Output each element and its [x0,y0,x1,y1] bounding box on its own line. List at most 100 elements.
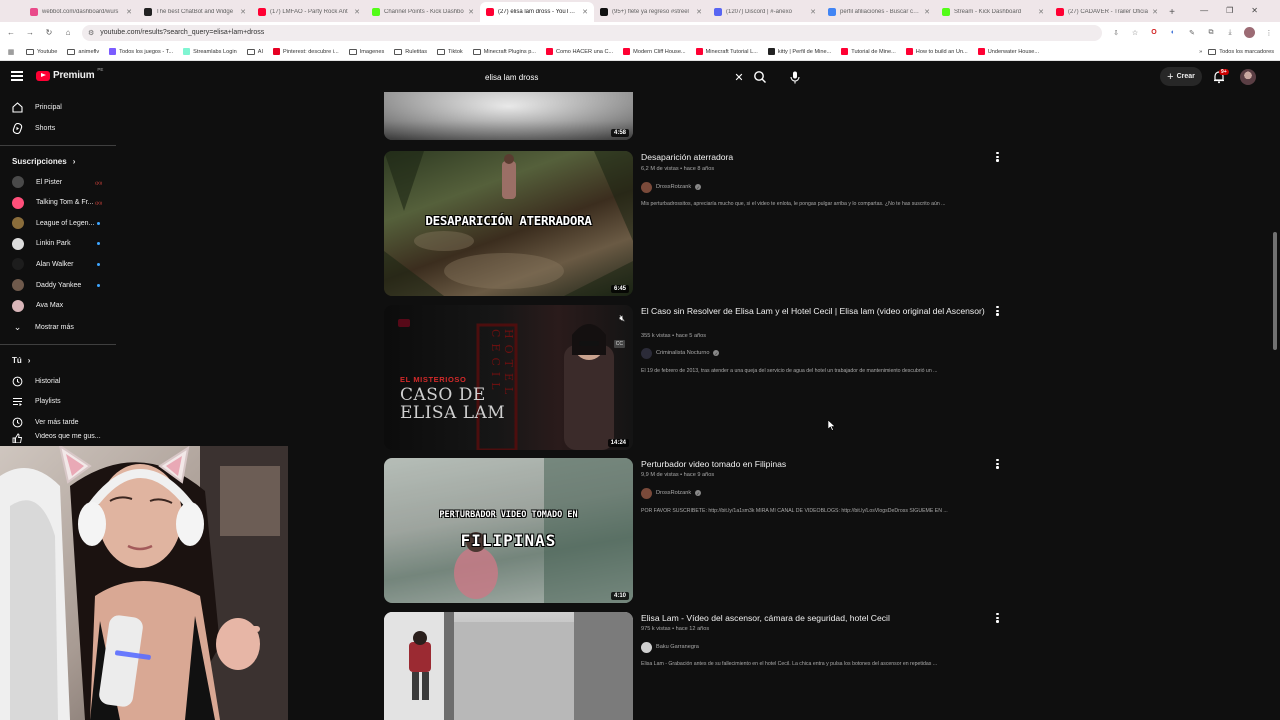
bookmark-item[interactable]: Pinterest: descubre i... [273,48,339,55]
more-actions-icon[interactable] [995,459,1000,469]
browser-profile-avatar[interactable] [1244,27,1255,38]
bookmark-item[interactable]: How to build an Un... [905,48,968,55]
clear-search-icon[interactable]: ✕ [732,71,746,84]
url-field[interactable]: ⚙ youtube.com/results?search_query=elisa… [82,24,1102,41]
youtube-logo[interactable]: Premium PE [36,67,103,81]
account-avatar[interactable] [1240,69,1256,85]
close-tab-icon[interactable]: ✕ [1038,8,1044,16]
sidebar-subscription[interactable]: El Pister ((•)) [0,172,116,192]
opera-icon[interactable]: O [1149,29,1159,36]
browser-tab[interactable]: Stream - Kick Dashboard ✕ [936,2,1050,22]
bookmark-item[interactable]: Imagenes [348,48,384,55]
video-title[interactable]: Elisa Lam - Vídeo del ascensor, cámara d… [641,612,991,625]
apps-grid-icon[interactable]: ▦ [6,48,16,56]
bookmark-item[interactable]: Tutorial de Mine... [841,48,896,55]
bookmark-item[interactable]: Youtube [26,48,57,55]
bookmark-item[interactable]: Como HACER una C... [545,48,613,55]
sidebar-subscription[interactable]: Daddy Yankee [0,275,116,295]
close-tab-icon[interactable]: ✕ [240,8,246,16]
browser-tab[interactable]: The best ChatBot and Widge ✕ [138,2,252,22]
bookmarks-overflow-icon[interactable]: » [1199,49,1202,55]
all-bookmarks-folder[interactable]: Todos los marcadores [1208,48,1274,55]
show-more-button[interactable]: ⌄ Mostrar más [0,317,116,337]
video-title[interactable]: Perturbador video tomado en Filipinas [641,458,991,471]
close-tab-icon[interactable]: ✕ [1152,8,1158,16]
translate-icon[interactable]: ◐ [1168,29,1178,36]
extension-icon[interactable]: ✎ [1187,29,1197,37]
browser-tab[interactable]: (1207) Discord | #-anexo ✕ [708,2,822,22]
page-scrollbar-thumb[interactable] [1273,232,1277,350]
bookmark-item[interactable]: animeflv [67,48,99,55]
site-info-icon[interactable]: ⚙ [88,29,94,37]
back-icon[interactable]: ← [6,28,16,37]
sidebar-subscription[interactable]: Talking Tom & Fr... ((•)) [0,193,116,213]
sidebar-item-clock[interactable]: Ver más tarde [0,412,116,432]
browser-tab[interactable]: webbot.com/dashboard/wu/s ✕ [24,2,138,22]
sidebar-item-playlist[interactable]: Playlists [0,392,116,412]
sidebar-subscription[interactable]: Ava Max [0,296,116,316]
browser-tab[interactable]: perfil afiliaciones - Buscar con G ✕ [822,2,936,22]
close-tab-icon[interactable]: ✕ [696,8,702,16]
more-actions-icon[interactable] [995,306,1000,316]
subscriptions-heading[interactable]: Suscripciones › [12,157,75,166]
close-tab-icon[interactable]: ✕ [126,8,132,16]
voice-search-button[interactable] [786,68,804,86]
bookmark-item[interactable]: Modern Cliff House... [623,48,686,55]
bookmark-item[interactable]: Minecraft Plugins p... [472,48,536,55]
reload-icon[interactable]: ↻ [44,28,54,37]
maximize-icon[interactable]: ❐ [1226,6,1233,15]
channel-link[interactable]: Criminalista Nocturno ✓ [641,347,720,359]
home-browser-icon[interactable]: ⌂ [63,28,73,37]
bookmark-item[interactable]: AI [246,48,263,55]
bookmark-item[interactable]: Underwater House... [977,48,1039,55]
more-actions-icon[interactable] [995,152,1000,162]
bookmark-item[interactable]: Todos los juegos - T... [109,48,173,55]
bookmark-item[interactable]: Ruletitas [394,48,427,55]
bookmark-star-icon[interactable]: ☆ [1130,29,1140,37]
captions-icon[interactable]: CC [613,340,625,348]
mute-icon[interactable]: 🔇︎ [619,313,625,324]
close-tab-icon[interactable]: ✕ [924,8,930,16]
search-input[interactable]: elisa lam dross [478,73,732,82]
video-title[interactable]: El Caso sin Resolver de Elisa Lam y el H… [641,305,991,318]
browser-tab[interactable]: (95+) flete ya regreso #streel ✕ [594,2,708,22]
video-thumbnail[interactable]: DESAPARICIÓN ATERRADORA 6:45 [384,151,633,296]
you-heading[interactable]: Tú › [12,356,30,365]
video-title[interactable]: Desaparición aterradora [641,151,991,164]
channel-link[interactable]: DrossRotzank ✓ [641,181,702,193]
bookmark-item[interactable]: Minecraft Tutorial L... [695,48,758,55]
sidebar-subscription[interactable]: League of Legen... [0,213,116,233]
video-thumbnail[interactable]: PERTURBADOR VIDEO TOMADO EN FILIPINAS 4:… [384,458,633,603]
bookmark-item[interactable]: kitty | Perfil de Mine... [767,48,831,55]
extensions-puzzle-icon[interactable]: ⧉ [1206,29,1216,37]
downloads-icon[interactable]: ⤓ [1225,29,1235,37]
sidebar-subscription[interactable]: Alan Walker [0,254,116,274]
minimize-icon[interactable]: — [1200,6,1208,15]
browser-tab[interactable]: (27) elisa lam dross - YouTube ✕ [480,2,594,22]
browser-tab[interactable]: (27) CADAVER - Trailer Oficia ✕ [1050,2,1164,22]
browser-tab[interactable]: Channel Points - Kick Dashbo ✕ [366,2,480,22]
search-button[interactable] [752,69,768,85]
more-actions-icon[interactable] [995,613,1000,623]
forward-icon[interactable]: → [25,28,35,37]
close-tab-icon[interactable]: ✕ [810,8,816,16]
browser-menu-icon[interactable]: ⋮ [1264,29,1274,37]
close-tab-icon[interactable]: ✕ [468,8,474,16]
close-tab-icon[interactable]: ✕ [354,8,360,16]
video-thumbnail[interactable] [384,612,633,720]
video-thumbnail[interactable]: 4:58 [384,92,633,140]
page-scrollbar-track[interactable] [1272,62,1280,720]
sidebar-item-shorts[interactable]: Shorts [0,118,116,138]
browser-tab[interactable]: (17) LMFAO - Party Rock Ant ✕ [252,2,366,22]
sidebar-item-like[interactable]: Videos que me gus... [0,433,116,443]
video-thumbnail[interactable]: HOTEL CECIL EL MISTERIOSO CASO DE ELISA … [384,305,633,450]
close-window-icon[interactable]: ✕ [1251,6,1258,15]
search-box[interactable]: elisa lam dross ✕ [478,68,746,86]
channel-link[interactable]: DrossRotzank ✓ [641,487,702,499]
bookmark-item[interactable]: Streamlabs Login [183,48,237,55]
sidebar-subscription[interactable]: Linkin Park [0,234,116,254]
sidebar-item-principal[interactable]: Principal [0,97,116,117]
install-icon[interactable]: ⇩ [1111,29,1121,37]
sidebar-item-history[interactable]: Historial [0,371,116,391]
bookmark-item[interactable]: Tiktok [437,48,463,55]
